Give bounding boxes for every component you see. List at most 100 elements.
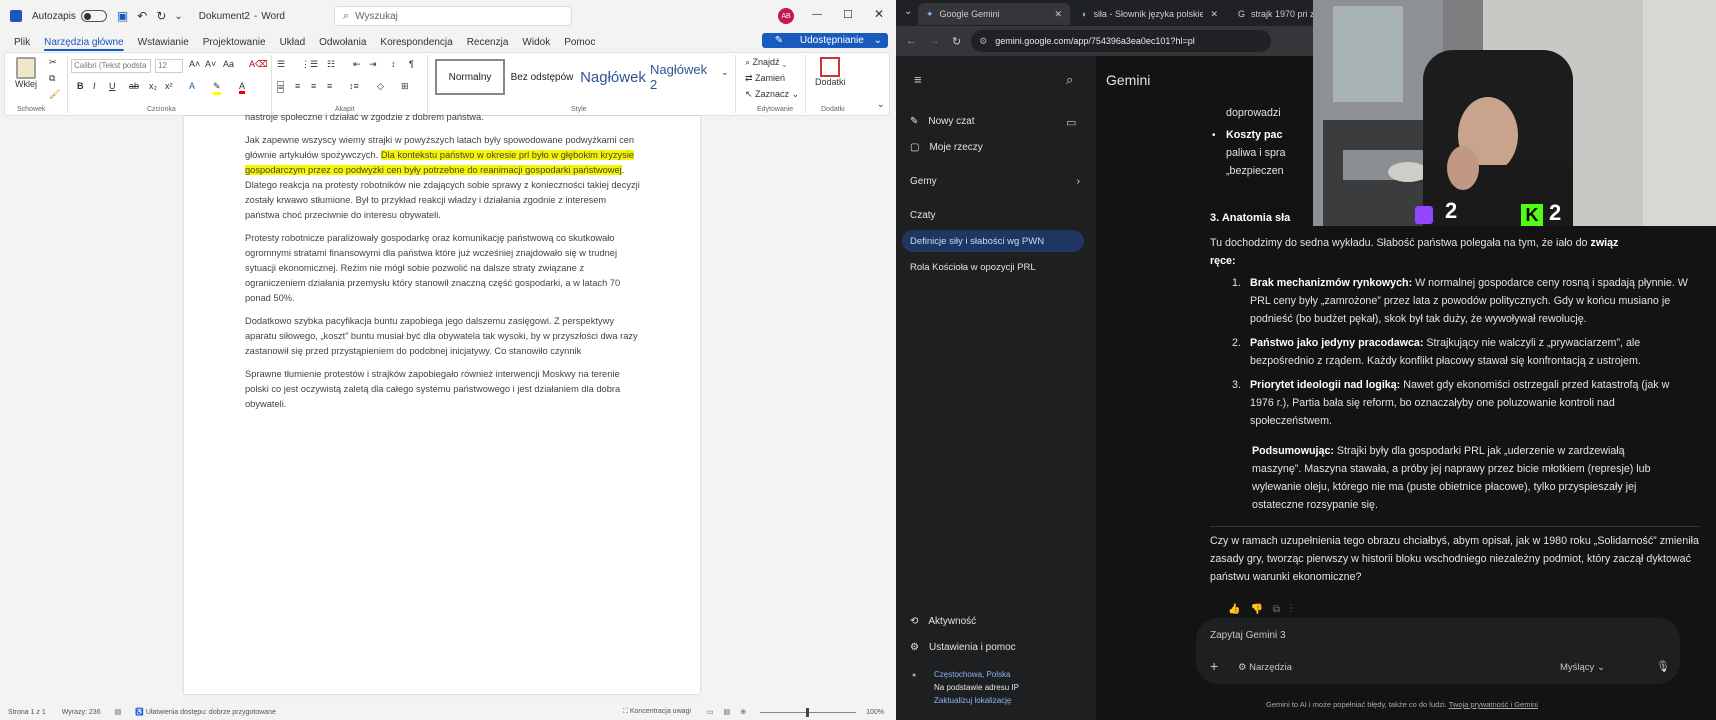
strikethrough-icon[interactable]: ab	[129, 81, 139, 91]
reload-icon[interactable]: ↻	[952, 35, 961, 48]
search-box[interactable]: ⌕ Wyszukaj	[334, 6, 572, 26]
chat-item[interactable]: Rola Kościoła w opozycji PRL	[910, 262, 1036, 273]
document-page[interactable]: nastroje społeczne i działać w zgodzie z…	[184, 112, 700, 694]
zoom-slider[interactable]	[760, 707, 857, 717]
autosave-toggle[interactable]	[80, 10, 107, 22]
collapse-ribbon-icon[interactable]: ⌄	[877, 99, 885, 110]
tab-references[interactable]: Odwołania	[312, 37, 373, 48]
find-button[interactable]: ⌕ Znajdź ⌄	[745, 57, 786, 68]
prompt-box[interactable]: Zapytaj Gemini 3 + ⚙ Narzędzia Myślący ⌄…	[1196, 618, 1680, 684]
replace-button[interactable]: ⇄ Zamień	[745, 73, 785, 84]
activity-button[interactable]: ⟲ Aktywność	[910, 616, 976, 627]
url-bar[interactable]: ⚙ gemini.google.com/app/754396a3ea0ec101…	[971, 30, 1272, 52]
tab-insert[interactable]: Wstawianie	[131, 37, 196, 48]
sort-icon[interactable]: ↕	[391, 59, 396, 69]
search-icon[interactable]: ⌕	[1066, 72, 1073, 88]
tab-review[interactable]: Recenzja	[460, 37, 516, 48]
mode-selector[interactable]: Myślący ⌄	[1560, 662, 1605, 673]
tab-gemini[interactable]: ✦ Google Gemini ✕	[918, 3, 1070, 25]
tab-design[interactable]: Projektowanie	[196, 37, 273, 48]
style-no-spacing[interactable]: Bez odstępów	[507, 59, 577, 95]
new-chat-button[interactable]: ✎ Nowy czat	[910, 116, 975, 127]
tools-button[interactable]: ⚙ Narzędzia	[1238, 662, 1292, 673]
prompt-placeholder[interactable]: Zapytaj Gemini 3	[1210, 630, 1286, 641]
decrease-indent-icon[interactable]: ⇤	[353, 59, 361, 70]
settings-button[interactable]: ⚙ Ustawienia i pomoc	[910, 642, 1016, 653]
tab-home[interactable]: Narzędzia główne	[37, 37, 131, 48]
more-icon[interactable]: ⋮	[1290, 604, 1303, 615]
font-color-icon[interactable]: A	[239, 81, 246, 94]
text-effects-icon[interactable]: A	[189, 81, 195, 91]
superscript-icon[interactable]: x²	[165, 81, 173, 91]
read-mode-icon[interactable]: ▭	[707, 708, 714, 716]
italic-icon[interactable]: I	[93, 81, 96, 91]
select-button[interactable]: ↖ Zaznacz ⌄	[745, 89, 799, 100]
proofing-icon[interactable]: ▤	[115, 708, 122, 716]
thumbs-up-icon[interactable]: 👍	[1228, 604, 1250, 615]
font-name-select[interactable]: Calibri (Tekst podsta	[71, 59, 151, 73]
minimize-icon[interactable]: —	[812, 9, 822, 20]
tab-close-icon[interactable]: ✕	[1210, 9, 1218, 20]
close-icon[interactable]: ✕	[874, 7, 884, 21]
undo-icon[interactable]: ↶	[137, 9, 147, 23]
multilevel-icon[interactable]: ☷	[327, 59, 335, 70]
shrink-font-icon[interactable]: A˅	[205, 59, 216, 69]
update-location-link[interactable]: Zaktualizuj lokalizację	[934, 696, 1011, 705]
tab-layout[interactable]: Układ	[273, 37, 313, 48]
subscript-icon[interactable]: x₂	[149, 81, 157, 91]
align-right-icon[interactable]: ≡	[311, 81, 316, 91]
tab-help[interactable]: Pomoc	[557, 37, 602, 48]
align-left-icon[interactable]: ≡	[277, 81, 285, 93]
shading-icon[interactable]: ◇	[377, 81, 384, 92]
show-marks-icon[interactable]: ¶	[409, 59, 414, 69]
site-info-icon[interactable]: ⚙	[979, 36, 987, 47]
line-spacing-icon[interactable]: ↕≡	[349, 81, 359, 91]
style-heading1[interactable]: Nagłówek	[579, 59, 647, 95]
bold-icon[interactable]: B	[77, 81, 84, 91]
copy-icon[interactable]: ⧉	[49, 73, 55, 84]
customize-qat-icon[interactable]: ⌄	[174, 11, 182, 22]
styles-more-icon[interactable]: ⌄	[721, 67, 729, 78]
privacy-link[interactable]: Twoja prywatność i Gemini	[1449, 700, 1538, 709]
response-actions[interactable]: 👍👎⧉⋮	[1228, 604, 1303, 615]
menu-icon[interactable]: ≡	[914, 72, 922, 87]
avatar[interactable]: AB	[778, 8, 794, 24]
my-stuff-button[interactable]: ▢ Moje rzeczy	[910, 142, 983, 153]
increase-indent-icon[interactable]: ⇥	[369, 59, 377, 70]
web-layout-icon[interactable]: ⊕	[740, 708, 746, 716]
font-size-select[interactable]: 12	[155, 59, 183, 73]
thumbs-down-icon[interactable]: 👎	[1250, 604, 1272, 615]
style-heading2[interactable]: Nagłówek 2	[649, 59, 717, 95]
add-icon[interactable]: +	[1210, 658, 1218, 674]
maximize-icon[interactable]: ☐	[843, 8, 853, 21]
borders-icon[interactable]: ⊞	[401, 81, 409, 92]
save-icon[interactable]: ▣	[117, 9, 128, 23]
align-center-icon[interactable]: ≡	[295, 81, 300, 91]
grow-font-icon[interactable]: A˄	[189, 59, 200, 69]
focus-mode[interactable]: ⛶ Koncentracja uwagi	[623, 708, 691, 716]
accessibility-status[interactable]: ♿ Ułatwienia dostępu: dobrze przygotowan…	[135, 708, 276, 716]
microphone-icon[interactable]: 🎙	[1656, 660, 1670, 673]
tab-file[interactable]: Plik	[0, 37, 37, 48]
chat-item-active[interactable]: Definicje siły i słabości wg PWN	[902, 230, 1084, 252]
zoom-level[interactable]: 100%	[866, 709, 884, 716]
temporary-chat-icon[interactable]: ▭	[1066, 116, 1076, 129]
underline-icon[interactable]: U	[109, 81, 116, 91]
tab-sjp[interactable]: ◐ siła - Słownik języka polskiego ✕	[1074, 3, 1226, 25]
share-button[interactable]: ✎ Udostępnianie ⌄	[761, 33, 888, 48]
style-normal[interactable]: Normalny	[435, 59, 505, 95]
back-icon[interactable]: ←	[906, 35, 917, 47]
page-count[interactable]: Strona 1 z 1	[8, 709, 46, 716]
numbering-icon[interactable]: ⋮☰	[301, 59, 318, 70]
tab-search-icon[interactable]: ⌄	[904, 6, 912, 17]
tab-view[interactable]: Widok	[515, 37, 557, 48]
bullets-icon[interactable]: ☰	[277, 59, 285, 70]
forward-icon[interactable]: →	[929, 35, 940, 47]
change-case-icon[interactable]: Aa	[223, 59, 234, 69]
cut-icon[interactable]: ✂	[49, 57, 57, 68]
redo-icon[interactable]: ↻	[156, 9, 166, 23]
print-layout-icon[interactable]: ▤	[724, 708, 731, 716]
location-city[interactable]: Częstochowa, Polska	[934, 670, 1010, 679]
highlight-icon[interactable]: ✎	[213, 81, 221, 95]
clear-format-icon[interactable]: A⌫	[249, 59, 268, 70]
